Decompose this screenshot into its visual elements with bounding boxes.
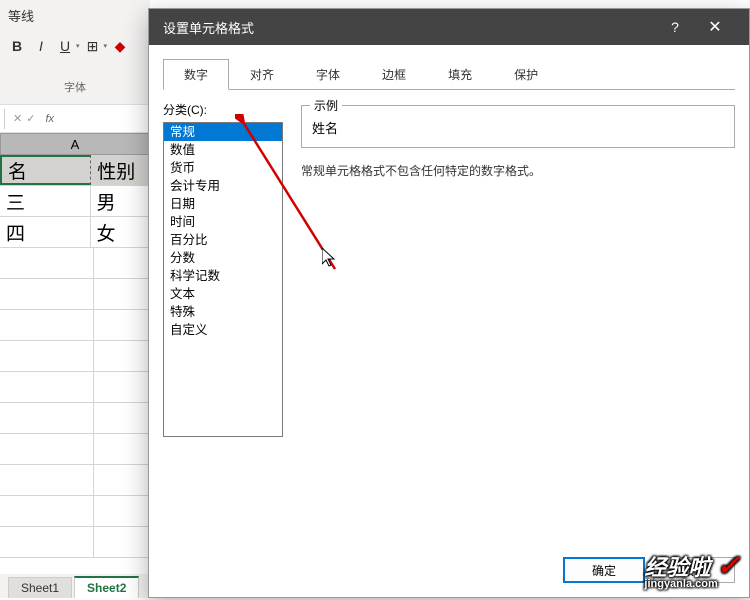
- dialog-tabs: 数字 对齐 字体 边框 填充 保护: [149, 45, 749, 90]
- category-text[interactable]: 文本: [164, 285, 282, 303]
- cell[interactable]: [0, 310, 94, 340]
- cell[interactable]: [94, 279, 151, 309]
- cell[interactable]: [94, 341, 151, 371]
- cell[interactable]: [94, 248, 151, 278]
- underline-button[interactable]: U: [54, 35, 76, 57]
- tab-border[interactable]: 边框: [361, 59, 427, 90]
- cell[interactable]: [0, 372, 94, 402]
- tab-number[interactable]: 数字: [163, 59, 229, 90]
- border-button[interactable]: ⊞: [82, 35, 104, 57]
- tab-protection[interactable]: 保护: [493, 59, 559, 90]
- format-cells-dialog: 设置单元格格式 ? ✕ 数字 对齐 字体 边框 填充 保护 分类(C): 常规 …: [148, 8, 750, 598]
- cell[interactable]: [0, 465, 94, 495]
- bold-button[interactable]: B: [6, 35, 28, 57]
- cell[interactable]: [94, 434, 151, 464]
- ribbon-panel: 等线 B I U ▾ ⊞ ▾ ◆ 字体: [0, 0, 150, 105]
- chevron-down-icon[interactable]: ▾: [76, 42, 80, 50]
- cell[interactable]: [0, 527, 94, 557]
- category-accounting[interactable]: 会计专用: [164, 177, 282, 195]
- tab-font[interactable]: 字体: [295, 59, 361, 90]
- cell-a1[interactable]: 名: [0, 155, 91, 185]
- sample-box: 示例 姓名: [301, 105, 735, 148]
- ribbon-group-label: 字体: [0, 61, 150, 95]
- category-date[interactable]: 日期: [164, 195, 282, 213]
- check-icon: ✓: [717, 550, 740, 581]
- cell[interactable]: [0, 341, 94, 371]
- category-general[interactable]: 常规: [164, 123, 282, 141]
- cell-b3[interactable]: 女: [91, 217, 151, 247]
- cancel-icon[interactable]: ✕: [13, 112, 22, 125]
- cell-b1[interactable]: 性别: [91, 155, 150, 185]
- tab-alignment[interactable]: 对齐: [229, 59, 295, 90]
- category-list[interactable]: 常规 数值 货币 会计专用 日期 时间 百分比 分数 科学记数 文本 特殊 自定…: [163, 122, 283, 437]
- format-toolbar: B I U ▾ ⊞ ▾ ◆: [0, 31, 150, 61]
- watermark-text: 经验啦: [644, 555, 710, 580]
- cell[interactable]: [94, 465, 151, 495]
- ok-button[interactable]: 确定: [563, 557, 645, 583]
- dialog-titlebar[interactable]: 设置单元格格式 ? ✕: [149, 9, 749, 45]
- category-time[interactable]: 时间: [164, 213, 282, 231]
- watermark: 经验啦 ✓ jingyanla.com: [644, 549, 740, 590]
- help-button[interactable]: ?: [655, 19, 695, 35]
- format-description: 常规单元格格式不包含任何特定的数字格式。: [301, 148, 735, 179]
- category-number[interactable]: 数值: [164, 141, 282, 159]
- sheet-tab-2[interactable]: Sheet2: [74, 576, 139, 598]
- category-currency[interactable]: 货币: [164, 159, 282, 177]
- cell[interactable]: [0, 496, 94, 526]
- category-label: 分类(C):: [163, 101, 283, 122]
- category-custom[interactable]: 自定义: [164, 321, 282, 339]
- sample-label: 示例: [310, 97, 342, 114]
- category-percentage[interactable]: 百分比: [164, 231, 282, 249]
- fill-color-button[interactable]: ◆: [109, 35, 131, 57]
- sheet-tab-1[interactable]: Sheet1: [8, 577, 72, 598]
- sample-value: 姓名: [312, 112, 724, 137]
- font-name-selector[interactable]: 等线: [0, 0, 150, 31]
- close-button[interactable]: ✕: [695, 17, 735, 37]
- check-icon[interactable]: ✓: [26, 112, 35, 125]
- cell[interactable]: [94, 310, 151, 340]
- cell-a2[interactable]: 三: [0, 186, 91, 216]
- category-fraction[interactable]: 分数: [164, 249, 282, 267]
- column-header-a[interactable]: A: [0, 133, 150, 155]
- dialog-title: 设置单元格格式: [163, 18, 655, 37]
- cell[interactable]: [94, 527, 151, 557]
- cell[interactable]: [94, 403, 151, 433]
- cell[interactable]: [94, 372, 151, 402]
- cell-a3[interactable]: 四: [0, 217, 91, 247]
- category-special[interactable]: 特殊: [164, 303, 282, 321]
- spreadsheet-grid: A 名 性别 三 男 四 女: [0, 133, 150, 568]
- formula-bar: ✕ ✓ fx: [0, 105, 150, 133]
- fx-button[interactable]: fx: [39, 113, 60, 125]
- tab-fill[interactable]: 填充: [427, 59, 493, 90]
- cell-b2[interactable]: 男: [91, 186, 151, 216]
- cell[interactable]: [0, 434, 94, 464]
- cell[interactable]: [0, 248, 94, 278]
- cell[interactable]: [94, 496, 151, 526]
- cell[interactable]: [0, 279, 94, 309]
- sheet-tabs: Sheet1 Sheet2: [0, 574, 150, 598]
- italic-button[interactable]: I: [30, 35, 52, 57]
- category-scientific[interactable]: 科学记数: [164, 267, 282, 285]
- chevron-down-icon[interactable]: ▾: [104, 42, 108, 50]
- cell[interactable]: [0, 403, 94, 433]
